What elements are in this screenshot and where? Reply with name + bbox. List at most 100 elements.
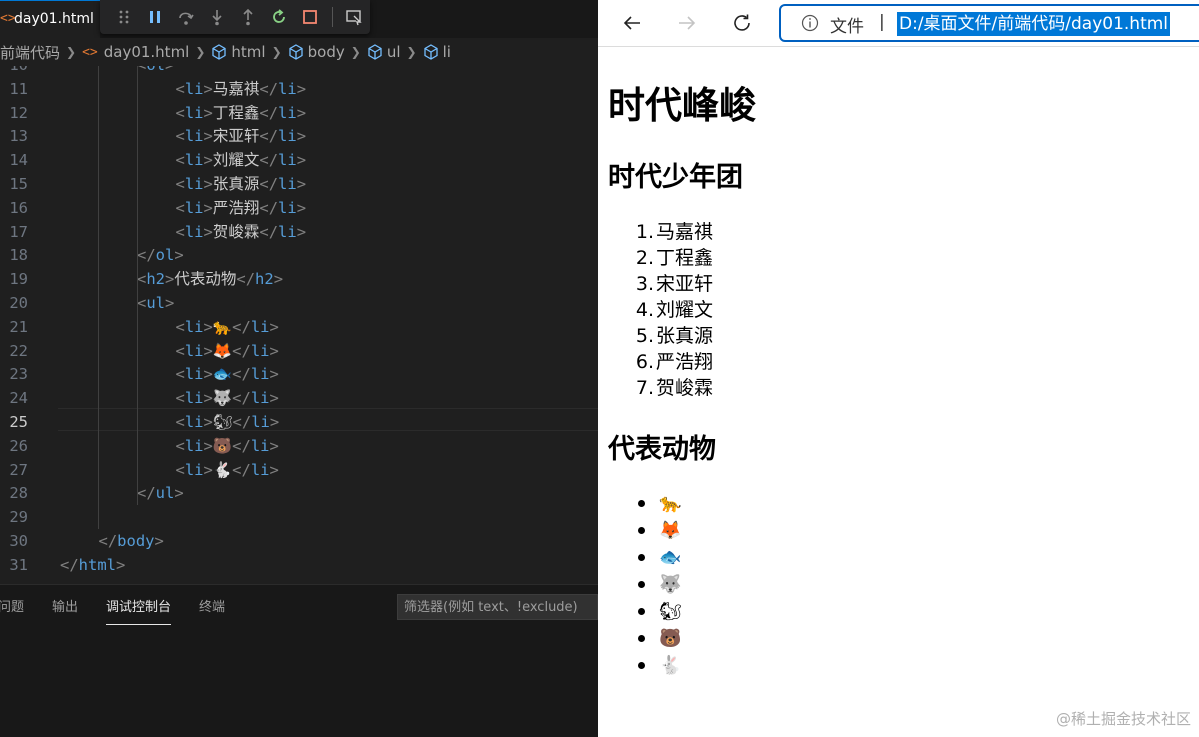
tag-bracket: > <box>296 103 307 122</box>
tag-name: li <box>184 198 204 217</box>
code-line: 13 <li>宋亚轩</li> <box>0 124 598 148</box>
back-button[interactable] <box>617 8 647 38</box>
step-over-icon[interactable] <box>170 0 201 34</box>
tag-bracket: </ <box>232 413 252 431</box>
animals-list: 🐆 🦊 🐟 🐺 🐿 🐻 🐇 <box>608 490 682 679</box>
tag-bracket: < <box>175 436 185 455</box>
chevron-right-icon: ❯ <box>406 45 417 59</box>
code-text: <li>🐻</li> <box>176 434 279 458</box>
restart-icon[interactable] <box>264 0 295 34</box>
code-text: </html> <box>60 553 125 577</box>
tag-bracket: > <box>203 389 213 408</box>
tag-name: li <box>184 413 204 431</box>
member-name: 马嘉祺 <box>656 221 714 243</box>
line-number: 23 <box>9 365 28 384</box>
address-bar[interactable]: 文件 | D:/桌面文件/前端代码/day01.html <box>779 4 1199 42</box>
tab-day01-html[interactable]: <> day01.html <box>0 0 100 38</box>
breadcrumb-folder[interactable]: 前端代码 <box>0 42 60 63</box>
animal-list-item: 🐻 <box>608 625 682 652</box>
code-text: <h2>代表动物</h2> <box>137 267 283 291</box>
filter-input[interactable] <box>397 594 598 620</box>
tag-name: ol <box>146 66 165 74</box>
tag-bracket: < <box>175 389 185 408</box>
panel-tab[interactable]: 问题 <box>0 595 24 625</box>
tag-name: h2 <box>255 270 274 289</box>
tag-bracket: </ <box>259 79 279 98</box>
line-number: 13 <box>9 127 28 146</box>
animals-heading: 代表动物 <box>608 434 716 465</box>
tag-bracket: > <box>154 532 164 550</box>
line-number: 26 <box>9 436 28 455</box>
list-number: 6. <box>635 351 654 373</box>
tag-name: body <box>117 532 155 550</box>
tag-bracket: </ <box>232 460 251 479</box>
panel-tab[interactable]: 输出 <box>52 595 78 625</box>
step-out-icon[interactable] <box>233 0 264 34</box>
tag-bracket: > <box>203 151 213 170</box>
panel-tab[interactable]: 终端 <box>199 595 225 625</box>
breadcrumb-ul[interactable]: ul <box>367 43 401 61</box>
breadcrumb-body[interactable]: body <box>288 43 345 61</box>
animal-list-item: 🦊 <box>608 517 682 544</box>
pause-icon[interactable] <box>139 0 170 34</box>
tag-bracket: < <box>175 79 185 98</box>
tag-bracket: </ <box>232 317 251 336</box>
breadcrumb-html[interactable]: html <box>211 43 266 61</box>
breadcrumb-label: html <box>231 43 266 61</box>
tag-bracket: </ <box>259 151 279 170</box>
breadcrumb: 前端代码 ❯ <> day01.html ❯ html ❯ body ❯ ul … <box>0 38 598 66</box>
tag-bracket: </ <box>98 532 118 550</box>
tag-bracket: < <box>137 270 147 289</box>
step-into-icon[interactable] <box>201 0 232 34</box>
info-icon[interactable] <box>801 14 819 32</box>
text-content: 🐻 <box>212 436 233 455</box>
forward-button[interactable] <box>672 8 702 38</box>
line-number: 18 <box>9 246 28 265</box>
bullet <box>638 527 645 534</box>
tag-bracket: > <box>296 175 307 193</box>
tag-bracket: </ <box>236 270 256 289</box>
stop-icon[interactable] <box>295 0 326 34</box>
chevron-right-icon: ❯ <box>66 45 77 59</box>
tag-bracket: > <box>296 127 307 146</box>
tag-bracket: </ <box>232 341 251 360</box>
breadcrumb-li[interactable]: li <box>423 43 451 61</box>
members-heading: 时代少年团 <box>608 162 743 193</box>
tag-bracket: > <box>174 246 184 265</box>
list-number: 2. <box>635 247 654 269</box>
symbol-element-icon <box>368 44 382 60</box>
indent-guide <box>137 66 138 77</box>
reload-button[interactable] <box>727 8 757 38</box>
text-content: 刘耀文 <box>212 151 260 170</box>
tag-bracket: > <box>296 79 307 98</box>
member-name: 刘耀文 <box>656 299 714 321</box>
tag-name: li <box>184 389 204 408</box>
text-content: 丁程鑫 <box>212 103 260 122</box>
inspect-icon[interactable] <box>339 0 370 34</box>
code-line: 14 <li>刘耀文</li> <box>0 148 598 172</box>
animal-emoji: 🐺 <box>659 574 682 595</box>
code-text: <li>🦊</li> <box>176 339 279 363</box>
tag-name: li <box>250 389 270 408</box>
code-line: 18 </ol> <box>0 243 598 267</box>
tag-bracket: > <box>203 79 213 98</box>
text-content: 🐺 <box>212 389 233 408</box>
tag-bracket: < <box>175 413 185 431</box>
editor-tab-bar: <> day01.html <box>0 0 598 38</box>
address-url[interactable]: D:/桌面文件/前端代码/day01.html <box>897 12 1171 36</box>
panel-tab[interactable]: 调试控制台 <box>106 595 172 625</box>
bullet <box>638 635 645 642</box>
code-area[interactable]: 10<ol>11<li>马嘉祺</li>12<li>丁程鑫</li>13<li>… <box>0 66 598 581</box>
line-number: 28 <box>9 484 28 503</box>
code-text: <li>🐿</li> <box>176 410 280 434</box>
tag-name: li <box>278 198 297 217</box>
tag-bracket: </ <box>137 246 156 265</box>
html-file-icon: <> <box>0 11 16 26</box>
breadcrumb-file[interactable]: <> day01.html <box>82 43 189 61</box>
line-number: 24 <box>9 389 28 408</box>
member-name: 张真源 <box>656 325 714 347</box>
drag-handle-icon[interactable] <box>108 0 139 34</box>
tag-bracket: > <box>203 317 213 336</box>
tag-bracket: > <box>269 413 280 431</box>
animal-emoji: 🐻 <box>659 628 682 649</box>
